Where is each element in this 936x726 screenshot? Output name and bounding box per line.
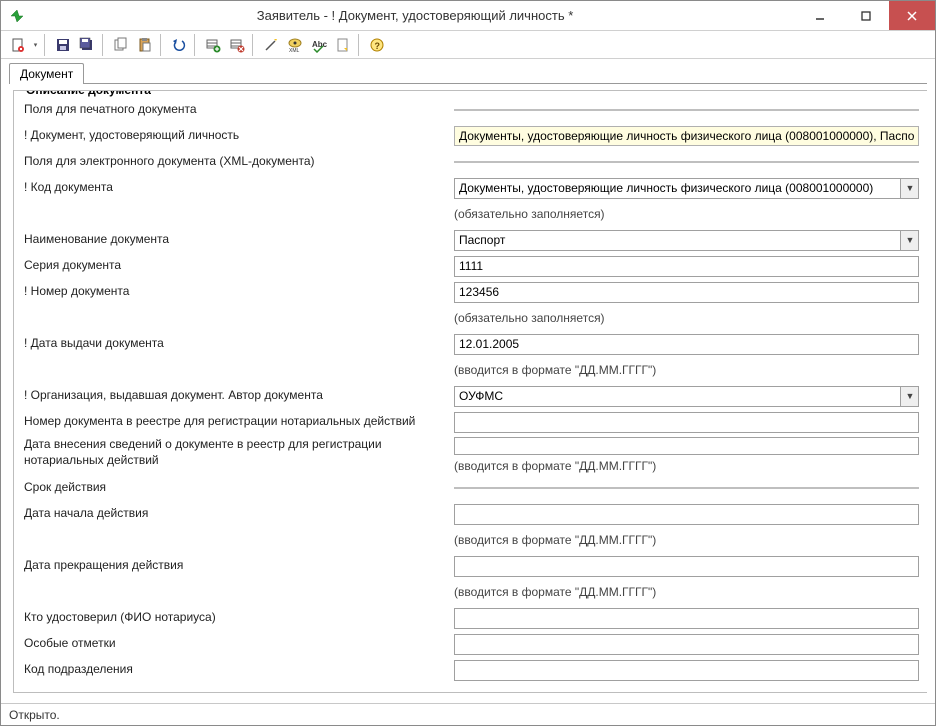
- group-title: Описание документа: [22, 90, 155, 97]
- series-input[interactable]: [454, 256, 919, 277]
- body: Описание документа Поля для печатного до…: [9, 83, 927, 699]
- group-doc-description: Описание документа Поля для печатного до…: [13, 90, 927, 693]
- label-series: Серия документа: [24, 258, 454, 274]
- copy-button[interactable]: [110, 34, 132, 56]
- maximize-button[interactable]: [843, 1, 889, 30]
- separator: [454, 161, 919, 163]
- marks-input[interactable]: [454, 634, 919, 655]
- paste-button[interactable]: [134, 34, 156, 56]
- note-button[interactable]: [332, 34, 354, 56]
- label-issue-date: ! Дата выдачи документа: [24, 336, 454, 352]
- date-end-input[interactable]: [454, 556, 919, 577]
- minimize-button[interactable]: [797, 1, 843, 30]
- window-title: Заявитель - ! Документ, удостоверяющий л…: [33, 8, 797, 23]
- label-date-start: Дата начала действия: [24, 506, 454, 522]
- hint-date-format: (вводится в формате "ДД.ММ.ГГГГ"): [454, 585, 656, 599]
- chevron-down-icon: ▼: [900, 231, 918, 250]
- remove-row-button[interactable]: [226, 34, 248, 56]
- doc-name-combo[interactable]: Паспорт ▼: [454, 230, 919, 251]
- hint-mandatory: (обязательно заполняется): [454, 311, 605, 325]
- status-text: Открыто.: [9, 708, 60, 722]
- issuer-combo[interactable]: ОУФМС ▼: [454, 386, 919, 407]
- hint-date-format: (вводится в формате "ДД.ММ.ГГГГ"): [454, 459, 919, 473]
- doc-code-combo[interactable]: Документы, удостоверяющие личность физич…: [454, 178, 919, 199]
- svg-text:XML: XML: [289, 48, 300, 53]
- tabstrip: Документ: [1, 59, 935, 83]
- chevron-down-icon: ▼: [900, 179, 918, 198]
- separator: [454, 109, 919, 111]
- label-reg-date: Дата внесения сведений о документе в рее…: [24, 437, 454, 468]
- label-xml-fields: Поля для электронного документа (XML-док…: [24, 154, 454, 170]
- chevron-down-icon: ▼: [900, 387, 918, 406]
- label-doc-code: ! Код документа: [24, 180, 454, 196]
- identity-doc-readonly: Документы, удостоверяющие личность физич…: [454, 126, 919, 146]
- issuer-value: ОУФМС: [459, 389, 900, 403]
- titlebar: Заявитель - ! Документ, удостоверяющий л…: [1, 1, 935, 31]
- app-icon: [9, 8, 25, 24]
- hint-date-format: (вводится в формате "ДД.ММ.ГГГГ"): [454, 533, 656, 547]
- label-number: ! Номер документа: [24, 284, 454, 300]
- tab-document[interactable]: Документ: [9, 63, 84, 84]
- form-area: Описание документа Поля для печатного до…: [9, 84, 927, 699]
- label-validity: Срок действия: [24, 480, 454, 496]
- number-input[interactable]: [454, 282, 919, 303]
- label-date-end: Дата прекращения действия: [24, 558, 454, 574]
- label-identity-doc: ! Документ, удостоверяющий личность: [24, 128, 454, 144]
- issue-date-input[interactable]: [454, 334, 919, 355]
- save-button[interactable]: [52, 34, 74, 56]
- new-button[interactable]: [7, 34, 29, 56]
- window-buttons: [797, 1, 935, 30]
- label-doc-name: Наименование документа: [24, 232, 454, 248]
- reg-number-input[interactable]: [454, 412, 919, 433]
- help-button[interactable]: ?: [366, 34, 388, 56]
- label-notary: Кто удостоверил (ФИО нотариуса): [24, 610, 454, 626]
- spellcheck-button[interactable]: Abc: [308, 34, 330, 56]
- notary-input[interactable]: [454, 608, 919, 629]
- toolbar: ▾ XML Abc: [1, 31, 935, 59]
- new-dropdown[interactable]: ▾: [31, 41, 40, 49]
- add-row-button[interactable]: [202, 34, 224, 56]
- label-marks: Особые отметки: [24, 636, 454, 652]
- undo-button[interactable]: [168, 34, 190, 56]
- statusbar: Открыто.: [1, 703, 935, 725]
- label-dept-code: Код подразделения: [24, 662, 454, 678]
- svg-text:?: ?: [375, 41, 381, 51]
- label-reg-number: Номер документа в реестре для регистраци…: [24, 414, 454, 430]
- doc-name-value: Паспорт: [459, 233, 900, 247]
- close-button[interactable]: [889, 1, 935, 30]
- label-print-fields: Поля для печатного документа: [24, 102, 454, 118]
- hint-date-format: (вводится в формате "ДД.ММ.ГГГГ"): [454, 363, 656, 377]
- xml-preview-button[interactable]: XML: [284, 34, 306, 56]
- window: Заявитель - ! Документ, удостоверяющий л…: [0, 0, 936, 726]
- hint-mandatory: (обязательно заполняется): [454, 207, 605, 221]
- save-all-button[interactable]: [76, 34, 98, 56]
- dept-code-input[interactable]: [454, 660, 919, 681]
- label-issuer: ! Организация, выдавшая документ. Автор …: [24, 388, 454, 404]
- separator: [454, 487, 919, 489]
- svg-text:Abc: Abc: [312, 40, 327, 49]
- wand-button[interactable]: [260, 34, 282, 56]
- reg-date-input[interactable]: [454, 437, 919, 455]
- date-start-input[interactable]: [454, 504, 919, 525]
- doc-code-value: Документы, удостоверяющие личность физич…: [459, 181, 900, 195]
